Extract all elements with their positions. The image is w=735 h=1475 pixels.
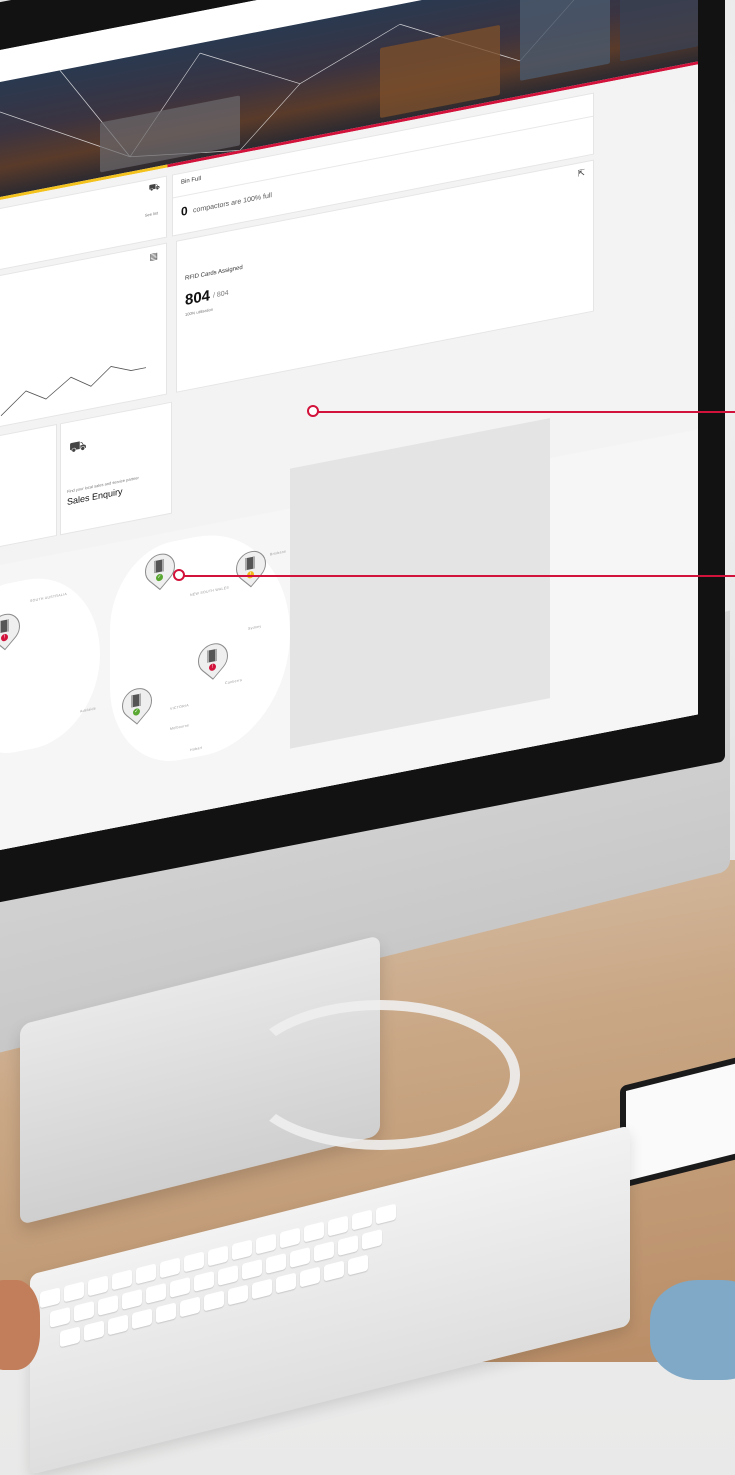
building-icon (0, 619, 9, 634)
sleeve (650, 1280, 735, 1380)
dashboard-content: ⛟ See list Bin Full 0 compactors are 100… (0, 64, 698, 850)
bin-full-count: 0 (181, 203, 188, 219)
map-ocean-shade (290, 418, 550, 749)
callout-dot-sales (173, 569, 185, 581)
card-left-chart: ▤ (0, 242, 167, 431)
export-icon[interactable]: ⇱ (577, 167, 585, 178)
see-list-link[interactable]: See list (145, 210, 158, 218)
map-label: Brisbane (270, 549, 287, 557)
rfid-assigned: 804 (185, 287, 211, 310)
card-left-service: service (0, 423, 57, 551)
callout-line-sales (184, 575, 735, 577)
building-icon (207, 648, 217, 663)
callout-line-rfid (318, 411, 735, 413)
map-pin[interactable]: ✓ (115, 682, 159, 727)
bin-full-title: Bin Full (181, 175, 202, 186)
map-pin[interactable]: ! (191, 637, 235, 682)
building-icon (131, 693, 141, 708)
dashboard-screen: HM ⛟ See list (0, 0, 698, 850)
map-pin[interactable]: ! (229, 544, 273, 590)
rfid-total: / 804 (213, 289, 229, 300)
building-icon (245, 556, 255, 571)
bin-full-text: compactors are 100% full (193, 192, 272, 215)
building-icon (154, 559, 164, 574)
map-pin[interactable]: ! (0, 607, 27, 653)
sparkline (0, 365, 146, 417)
callout-dot-rfid (307, 405, 319, 417)
truck-icon: ⛟ (148, 180, 160, 194)
cable (240, 1000, 520, 1150)
rfid-title: RFID Cards Assigned (185, 264, 243, 283)
delivery-truck-icon: ⛟ (69, 436, 87, 456)
card-sales-enquiry[interactable]: ⛟ Find your local sales and service part… (60, 401, 172, 536)
map-pin[interactable]: ✓ (138, 547, 182, 592)
hand (0, 1280, 40, 1370)
